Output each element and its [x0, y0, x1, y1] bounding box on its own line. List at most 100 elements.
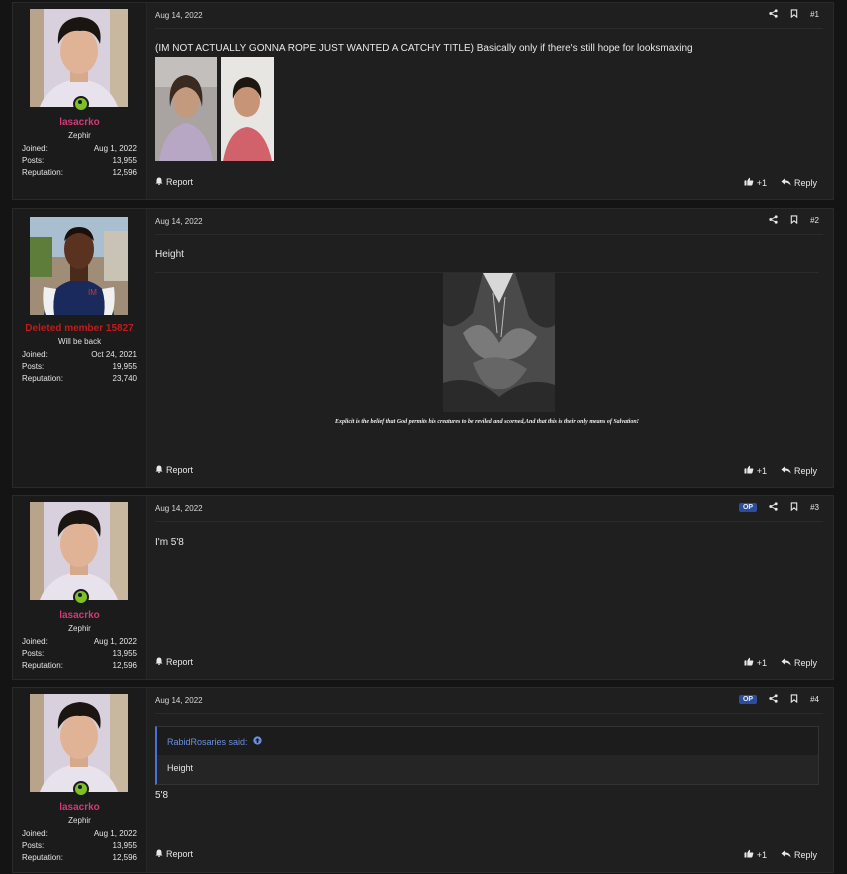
post-tools: #2	[769, 215, 819, 226]
bell-icon	[155, 177, 163, 187]
user-cell: lasacrko Zephir Joined: Aug 1, 2022 Posts…	[13, 688, 147, 872]
stat-reputation: Reputation: 12,596	[22, 853, 137, 862]
user-title: Will be back	[57, 337, 102, 346]
like-button[interactable]: +1	[744, 177, 767, 188]
avatar[interactable]	[30, 694, 128, 792]
stat-joined: Joined: Aug 1, 2022	[22, 637, 137, 646]
stat-reputation: Reputation: 12,596	[22, 168, 137, 177]
reply-arrow-icon	[781, 658, 791, 668]
post-tools: #1	[769, 9, 819, 20]
post-main: Aug 14, 2022 OP #3 I'm 5'8 Report +1 Rep…	[155, 496, 833, 679]
bell-icon	[155, 657, 163, 667]
post-date[interactable]: Aug 14, 2022	[155, 504, 203, 513]
like-button[interactable]: +1	[744, 465, 767, 476]
like-button[interactable]: +1	[744, 849, 767, 860]
username[interactable]: lasacrko	[13, 117, 146, 128]
quote-text: Height	[167, 763, 194, 773]
thumbs-up-icon	[744, 177, 754, 188]
username[interactable]: lasacrko	[13, 802, 146, 813]
thumbs-up-icon	[744, 849, 754, 860]
post-main: Aug 14, 2022 #1 (IM NOT ACTUALLY GONNA R…	[155, 3, 833, 199]
bell-icon	[155, 465, 163, 475]
op-badge: OP	[738, 503, 758, 512]
share-icon[interactable]	[769, 502, 778, 513]
reply-arrow-icon	[781, 178, 791, 188]
stat-reputation: Reputation: 12,596	[22, 661, 137, 670]
online-status-icon	[73, 96, 89, 112]
online-status-icon	[73, 781, 89, 797]
post-date[interactable]: Aug 14, 2022	[155, 11, 203, 20]
like-button[interactable]: +1	[744, 657, 767, 668]
stat-posts: Posts: 13,955	[22, 156, 137, 165]
bookmark-icon[interactable]	[790, 215, 798, 226]
share-icon[interactable]	[769, 694, 778, 705]
stat-posts: Posts: 19,955	[22, 362, 137, 371]
share-icon[interactable]	[769, 215, 778, 226]
share-icon[interactable]	[769, 9, 778, 20]
avatar[interactable]: IM	[30, 217, 128, 315]
bookmark-icon[interactable]	[790, 9, 798, 20]
header-divider	[155, 521, 823, 522]
user-cell: lasacrko Zephir Joined: Aug 1, 2022 Posts…	[13, 496, 147, 679]
header-divider	[155, 28, 823, 29]
post-body: 5'8	[155, 790, 169, 801]
report-button[interactable]: Report	[155, 465, 193, 475]
thread: lasacrko Zephir Joined: Aug 1, 2022 Posts…	[0, 0, 847, 874]
attached-image-2[interactable]	[221, 57, 274, 161]
post-actions: +1 Reply	[744, 465, 817, 476]
header-divider	[155, 234, 823, 235]
post-3: lasacrko Zephir Joined: Aug 1, 2022 Posts…	[12, 495, 834, 680]
stat-posts: Posts: 13,955	[22, 649, 137, 658]
signature-image	[443, 273, 555, 412]
avatar[interactable]	[30, 502, 128, 600]
username[interactable]: lasacrko	[13, 610, 146, 621]
post-body: I'm 5'8	[155, 537, 184, 548]
reply-button[interactable]: Reply	[781, 178, 817, 188]
header-divider	[155, 713, 823, 714]
post-date[interactable]: Aug 14, 2022	[155, 696, 203, 705]
user-title: Zephir	[68, 624, 91, 633]
post-2: IM Deleted member 15827 Will be back Joi…	[12, 208, 834, 488]
stat-joined: Joined: Aug 1, 2022	[22, 144, 137, 153]
stat-reputation: Reputation: 23,740	[22, 374, 137, 383]
reply-button[interactable]: Reply	[781, 850, 817, 860]
post-body: (IM NOT ACTUALLY GONNA ROPE JUST WANTED …	[155, 43, 693, 54]
post-number[interactable]: #2	[810, 216, 819, 225]
reply-arrow-icon	[781, 850, 791, 860]
online-status-icon	[73, 589, 89, 605]
stat-joined: Joined: Aug 1, 2022	[22, 829, 137, 838]
user-cell: IM Deleted member 15827 Will be back Joi…	[13, 209, 147, 487]
stat-posts: Posts: 13,955	[22, 841, 137, 850]
post-actions: +1 Reply	[744, 849, 817, 860]
reply-button[interactable]: Reply	[781, 466, 817, 476]
bookmark-icon[interactable]	[790, 694, 798, 705]
quote-author-link[interactable]: RabidRosaries said:	[167, 736, 262, 747]
reply-button[interactable]: Reply	[781, 658, 817, 668]
user-title: Zephir	[68, 816, 91, 825]
attached-image-1[interactable]	[155, 57, 217, 161]
post-4: lasacrko Zephir Joined: Aug 1, 2022 Posts…	[12, 687, 834, 873]
thumbs-up-icon	[744, 465, 754, 476]
bookmark-icon[interactable]	[790, 502, 798, 513]
avatar[interactable]	[30, 9, 128, 107]
op-badge: OP	[738, 695, 758, 704]
post-main: Aug 14, 2022 #2 Height Explicit is the b…	[155, 209, 833, 487]
report-button[interactable]: Report	[155, 849, 193, 859]
post-number[interactable]: #4	[810, 695, 819, 704]
username: Deleted member 15827	[25, 323, 134, 334]
signature-text: Explicit is the belief that God permits …	[334, 419, 640, 425]
stat-joined: Joined: Oct 24, 2021	[22, 350, 137, 359]
report-button[interactable]: Report	[155, 657, 193, 667]
post-main: Aug 14, 2022 OP #4 RabidRosaries said: H…	[155, 688, 833, 872]
post-tools: OP #3	[738, 502, 819, 513]
post-actions: +1 Reply	[744, 657, 817, 668]
report-button[interactable]: Report	[155, 177, 193, 187]
post-number[interactable]: #1	[810, 10, 819, 19]
post-number[interactable]: #3	[810, 503, 819, 512]
post-actions: +1 Reply	[744, 177, 817, 188]
user-cell: lasacrko Zephir Joined: Aug 1, 2022 Posts…	[13, 3, 147, 199]
post-tools: OP #4	[738, 694, 819, 705]
post-date[interactable]: Aug 14, 2022	[155, 217, 203, 226]
quote-block: RabidRosaries said: Height	[155, 726, 819, 785]
arrow-up-circle-icon[interactable]	[252, 736, 262, 747]
